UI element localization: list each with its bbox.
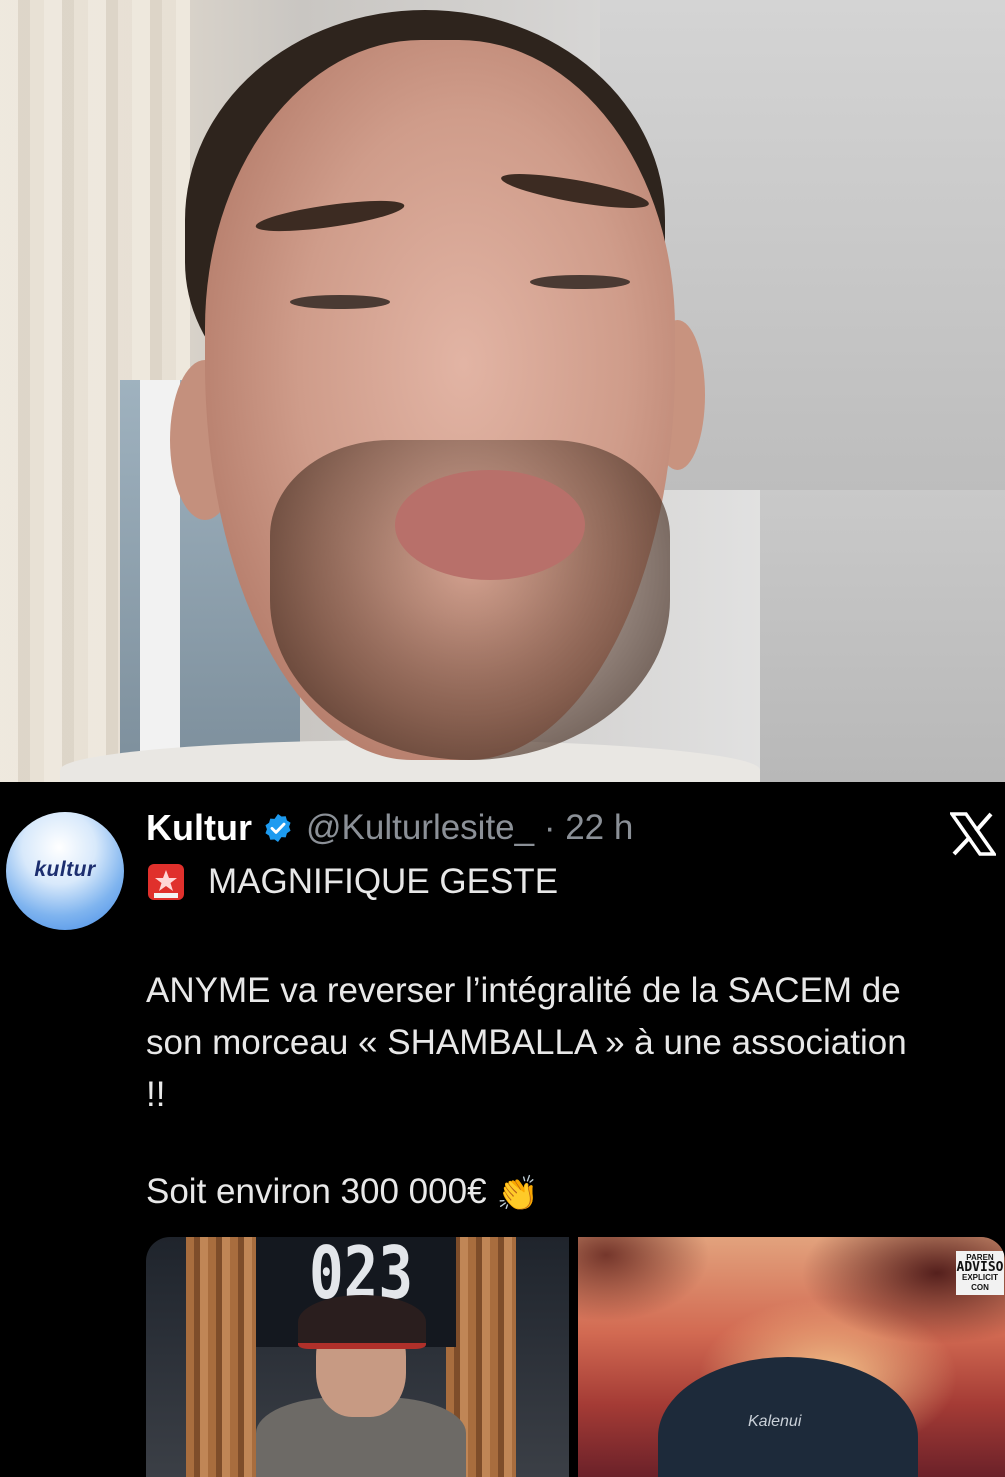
tweet-image-right[interactable]: Kalenui PAREN ADVISO EXPLICIT CON (578, 1237, 1005, 1477)
lips (395, 470, 585, 580)
tweet-header: Kultur @Kulturlesite_ · 22 h (146, 806, 633, 850)
right-eye (530, 275, 630, 289)
player-cap (298, 1295, 426, 1349)
tweet-body-line-3: !! (146, 1075, 166, 1114)
locker (186, 1237, 256, 1477)
wall (760, 490, 1005, 782)
verified-badge-icon (262, 812, 294, 844)
author-name[interactable]: Kultur (146, 807, 252, 849)
video-frame (0, 0, 1005, 782)
amount-text: Soit environ 300 000€ (146, 1172, 487, 1211)
advisory-main-text: ADVISO (956, 1260, 1004, 1275)
advisory-bottom-text: EXPLICIT CON (961, 1273, 998, 1292)
avatar[interactable]: kultur (6, 812, 124, 930)
tweet-body-line-1: ANYME va reverser l’intégralité de la SA… (146, 971, 901, 1010)
tweet-headline: MAGNIFIQUE GESTE (146, 862, 558, 902)
x-logo-icon[interactable] (948, 812, 998, 856)
siren-icon (146, 862, 186, 902)
author-handle-time[interactable]: @Kulturlesite_ · 22 h (306, 808, 633, 848)
clapping-hands-icon: 👏 (496, 1174, 539, 1213)
beanie-logo-text: Kalenui (748, 1413, 802, 1430)
tweet-card: kultur Kultur @Kulturlesite_ · 22 h MAGN… (0, 782, 1005, 1477)
parental-advisory-label: PAREN ADVISO EXPLICIT CON (956, 1251, 1004, 1295)
left-eye (290, 295, 390, 309)
avatar-logo-text: kultur (34, 858, 96, 881)
headline-text: MAGNIFIQUE GESTE (208, 862, 559, 901)
tweet-body-line-2: son morceau « SHAMBALLA » à une associat… (146, 1023, 907, 1062)
tweet-image-left[interactable]: 023 (146, 1237, 569, 1477)
tweet-body-line-4: Soit environ 300 000€ 👏 (146, 1166, 539, 1220)
palm-tree (578, 1237, 718, 1327)
